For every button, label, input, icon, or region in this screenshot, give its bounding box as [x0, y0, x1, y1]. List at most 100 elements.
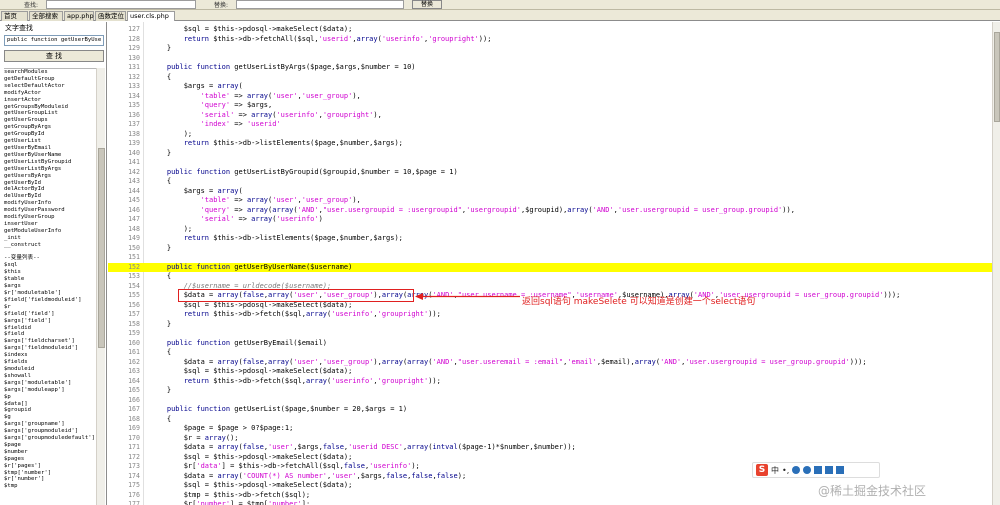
function-list-item[interactable]: $field: [4, 331, 96, 338]
code-line[interactable]: 129 }: [108, 44, 992, 53]
function-list-item[interactable]: --变量列表--: [4, 255, 96, 262]
tab-home[interactable]: 首页: [1, 11, 28, 21]
code-line[interactable]: 145 'table' => array('user','user_group'…: [108, 196, 992, 205]
skin-icon[interactable]: [825, 466, 834, 474]
code-line[interactable]: 158 }: [108, 320, 992, 329]
code-line[interactable]: 161 {: [108, 348, 992, 357]
function-list-item[interactable]: $args['groupname']: [4, 421, 96, 428]
function-list-item[interactable]: $table: [4, 276, 96, 283]
function-list-item[interactable]: $data[]: [4, 401, 96, 408]
function-list-item[interactable]: $r['pages']: [4, 463, 96, 470]
code-line[interactable]: 157 return $this->db->fetch($sql,array('…: [108, 310, 992, 319]
function-list-item[interactable]: $fields: [4, 359, 96, 366]
function-list-item[interactable]: getUserGroupList: [4, 110, 96, 117]
code-line[interactable]: 130: [108, 54, 992, 63]
code-line[interactable]: 141: [108, 158, 992, 167]
code-line[interactable]: 137 'index' => 'userid': [108, 120, 992, 129]
function-list-item[interactable]: $fieldid: [4, 325, 96, 332]
function-list-item[interactable]: delActorById: [4, 186, 96, 193]
function-list-item[interactable]: getModuleUserInfo: [4, 228, 96, 235]
tab-user-cls-php[interactable]: user.cls.php: [127, 11, 175, 21]
function-list-item[interactable]: $groupid: [4, 407, 96, 414]
function-list-item[interactable]: searchModules: [4, 69, 96, 76]
function-list-item[interactable]: $tmp: [4, 483, 96, 490]
code-line[interactable]: 170 $r = array();: [108, 434, 992, 443]
function-list-item[interactable]: _init: [4, 235, 96, 242]
code-editor[interactable]: 127 $sql = $this->pdosql->makeSelect($da…: [108, 22, 992, 505]
replace-input[interactable]: [236, 0, 404, 9]
code-line[interactable]: 138 );: [108, 130, 992, 139]
function-list-item[interactable]: modifyUserInfo: [4, 200, 96, 207]
function-list-item[interactable]: $r: [4, 304, 96, 311]
code-line[interactable]: 167 public function getUserList($page,$n…: [108, 405, 992, 414]
function-list-item[interactable]: $tmp['number']: [4, 470, 96, 477]
code-line[interactable]: 140 }: [108, 149, 992, 158]
function-list-item[interactable]: delUserById: [4, 193, 96, 200]
find-input[interactable]: [46, 0, 196, 9]
function-list-item[interactable]: $sql: [4, 262, 96, 269]
function-list-item[interactable]: getUserByEmail: [4, 145, 96, 152]
tab-function-locate[interactable]: 函数定位: [95, 11, 126, 21]
code-line[interactable]: 160 public function getUserByEmail($emai…: [108, 339, 992, 348]
code-line[interactable]: 151: [108, 253, 992, 262]
function-list-item[interactable]: $field['field']: [4, 311, 96, 318]
ime-punctuation[interactable]: •,: [782, 466, 789, 475]
function-list-item[interactable]: getUserListByArgs: [4, 166, 96, 173]
function-list-item[interactable]: $showall: [4, 373, 96, 380]
code-line[interactable]: 131 public function getUserListByArgs($p…: [108, 63, 992, 72]
text-search-input[interactable]: public function getUserByUse: [4, 35, 104, 46]
function-list-item[interactable]: insertActor: [4, 97, 96, 104]
ime-mode[interactable]: 中: [771, 465, 779, 476]
function-list-item[interactable]: $r['number']: [4, 476, 96, 483]
code-line[interactable]: 177 $r['number'] = $tmp['number'];: [108, 500, 992, 505]
function-list-item[interactable]: getUserGroups: [4, 117, 96, 124]
code-line[interactable]: 127 $sql = $this->pdosql->makeSelect($da…: [108, 25, 992, 34]
function-list-item[interactable]: $pages: [4, 456, 96, 463]
code-line[interactable]: 168 {: [108, 415, 992, 424]
function-list-item[interactable]: getGroupById: [4, 131, 96, 138]
function-list-item[interactable]: $args['field']: [4, 318, 96, 325]
function-list-item[interactable]: getUserList: [4, 138, 96, 145]
function-list-item[interactable]: $args['moduleapp']: [4, 387, 96, 394]
highlighted-code-line[interactable]: 152 public function getUserByUserName($u…: [108, 262, 992, 272]
function-list[interactable]: searchModules getDefaultGroup selectDefaul…: [4, 68, 96, 505]
editor-scrollbar[interactable]: [992, 22, 1000, 505]
code-line[interactable]: 136 'serial' => array('userinfo','groupr…: [108, 111, 992, 120]
function-list-item[interactable]: $r['moduletable']: [4, 290, 96, 297]
code-line[interactable]: 169 $page = $page > 0?$page:1;: [108, 424, 992, 433]
function-list-item[interactable]: $args['moduletable']: [4, 380, 96, 387]
replace-button[interactable]: 替换: [412, 0, 442, 9]
tab-app-php[interactable]: app.php: [64, 11, 94, 21]
function-list-scrollbar[interactable]: [96, 68, 105, 505]
code-line[interactable]: 148 );: [108, 225, 992, 234]
code-line[interactable]: 146 'query' => array(array('AND',"user.u…: [108, 206, 992, 215]
code-line[interactable]: 144 $args = array(: [108, 187, 992, 196]
function-list-item[interactable]: $args['groupmoduleid']: [4, 428, 96, 435]
code-line[interactable]: 133 $args = array(: [108, 82, 992, 91]
grid-icon[interactable]: [836, 466, 845, 474]
function-list-item[interactable]: $args: [4, 283, 96, 290]
function-list-scroll-thumb[interactable]: [98, 148, 105, 348]
function-list-item[interactable]: $this: [4, 269, 96, 276]
function-list-item[interactable]: $args['fieldcharset']: [4, 338, 96, 345]
code-line[interactable]: 135 'query' => $args,: [108, 101, 992, 110]
function-list-item[interactable]: $indexs: [4, 352, 96, 359]
function-list-item[interactable]: $args['fieldmoduleid']: [4, 345, 96, 352]
function-list-item[interactable]: $page: [4, 442, 96, 449]
code-line[interactable]: 166: [108, 396, 992, 405]
code-line[interactable]: 128 return $this->db->fetchAll($sql,'use…: [108, 35, 992, 44]
code-line[interactable]: 162 $data = array(false,array('user','us…: [108, 358, 992, 367]
function-list-item[interactable]: $p: [4, 394, 96, 401]
find-button[interactable]: 查 找: [4, 50, 104, 62]
function-list-item[interactable]: modifyUserGroup: [4, 214, 96, 221]
function-list-item[interactable]: getUsersByArgs: [4, 173, 96, 180]
code-line[interactable]: 147 'serial' => array('userinfo'): [108, 215, 992, 224]
tab-search-all[interactable]: 全部搜索: [29, 11, 63, 21]
emoji-icon[interactable]: [792, 466, 801, 474]
code-line[interactable]: 172 $sql = $this->pdosql->makeSelect($da…: [108, 453, 992, 462]
ime-toolbar[interactable]: S 中 •,: [752, 462, 880, 478]
function-list-item[interactable]: getUserListByGroupid: [4, 159, 96, 166]
microphone-icon[interactable]: [803, 466, 812, 474]
function-list-item[interactable]: $field['fieldmoduleid']: [4, 297, 96, 304]
code-line[interactable]: 159: [108, 329, 992, 338]
